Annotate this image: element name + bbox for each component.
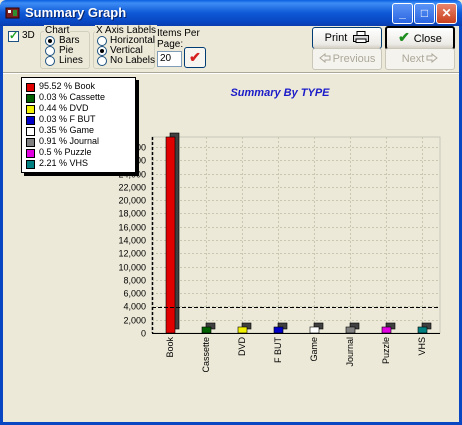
legend-label: 0.44 % DVD [39,103,89,113]
legend-label: 0.35 % Game [39,125,95,135]
x-tick-label: Puzzle [381,337,391,364]
y-tick-label: 4,000 [123,302,146,312]
legend-swatch [26,94,35,103]
bar [237,326,248,334]
y-tick-label: 14,000 [118,236,146,246]
x-tick-label: Cassette [201,337,211,373]
y-tick-label: 16,000 [118,223,146,233]
y-tick-label: 6,000 [123,289,146,299]
bar [273,326,284,334]
bar [165,136,176,334]
x-tick-label: DVD [237,337,247,357]
legend-swatch [26,116,35,125]
bar [309,326,320,334]
legend-label: 0.91 % Journal [39,136,100,146]
plot-area [151,136,441,334]
y-tick-label: 12,000 [118,249,146,259]
legend-label: 0.03 % Cassette [39,92,106,102]
y-tick-label: 20,000 [118,196,146,206]
y-tick-label: 18,000 [118,209,146,219]
legend-swatch [26,105,35,114]
legend-label: 2.21 % VHS [39,158,89,168]
summary-graph-window: Summary Graph _ □ ✕ 3D Chart Bars Pie Li… [0,0,462,425]
x-tick-label: F BUT [273,336,283,363]
legend-label: 0.5 % Puzzle [39,147,92,157]
x-tick-label: Journal [345,337,355,367]
x-tick-label: Game [309,337,319,362]
chart-canvas: 0 2,000 4,000 6,000 8,000 10,000 12,000 14,000 1… [118,132,441,373]
legend-swatch [26,160,35,169]
y-tick-label: 22,000 [118,183,146,193]
y-tick-label: 10,000 [118,263,146,273]
legend-label: 0.03 % F BUT [39,114,96,124]
bar [381,326,392,334]
x-tick-label: VHS [417,337,427,356]
legend-swatch [26,149,35,158]
legend-swatch [26,127,35,136]
legend-swatch [26,138,35,147]
y-tick-label: 0 [141,329,146,339]
y-tick-label: 2,000 [123,316,146,326]
legend-label: 95.52 % Book [39,81,96,91]
chart-title: Summary By TYPE [230,87,330,99]
y-tick-label: 8,000 [123,276,146,286]
bar [417,326,428,334]
bar [201,326,212,334]
legend-swatch [26,83,35,92]
chart-legend: 95.52 % Book 0.03 % Cassette 0.44 % DVD 0.0… [21,77,136,173]
x-tick-label: Book [165,337,175,358]
bar [345,326,356,334]
